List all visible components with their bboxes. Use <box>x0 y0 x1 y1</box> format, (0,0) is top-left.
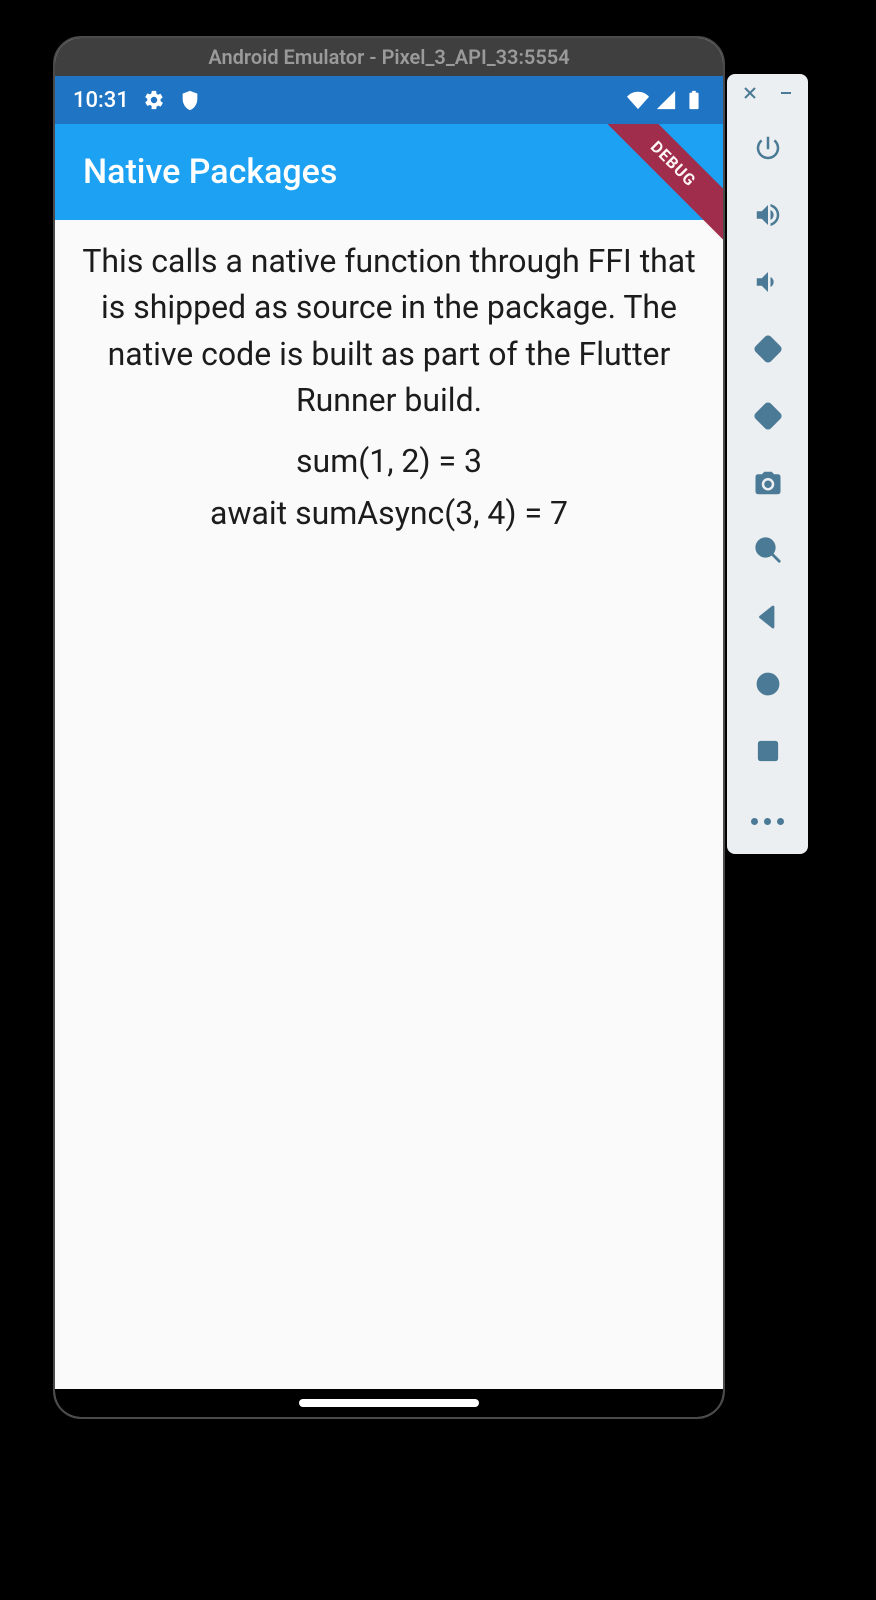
volume-up-button[interactable] <box>740 187 796 242</box>
description-text: This calls a native function through FFI… <box>75 238 703 424</box>
wifi-icon <box>627 89 649 111</box>
emulator-titlebar: Android Emulator - Pixel_3_API_33:5554 <box>55 38 723 76</box>
app-bar: Native Packages DEBUG <box>55 124 723 220</box>
camera-button[interactable] <box>740 455 796 510</box>
rotate-left-button[interactable] <box>740 321 796 376</box>
power-button[interactable] <box>740 120 796 175</box>
rotate-right-button[interactable] <box>740 388 796 443</box>
back-button[interactable] <box>740 590 796 645</box>
app-body: This calls a native function through FFI… <box>55 220 723 1389</box>
status-time: 10:31 <box>73 88 129 113</box>
emulator-frame: Android Emulator - Pixel_3_API_33:5554 1… <box>53 36 725 1419</box>
battery-icon <box>683 89 705 111</box>
minimize-icon[interactable] <box>779 86 793 100</box>
app-title: Native Packages <box>83 152 337 192</box>
emulator-toolbar <box>727 74 808 854</box>
close-icon[interactable] <box>743 86 757 100</box>
home-indicator[interactable] <box>299 1399 479 1407</box>
sum-result: sum(1, 2) = 3 <box>75 442 703 480</box>
zoom-button[interactable] <box>740 523 796 578</box>
emulator-title: Android Emulator - Pixel_3_API_33:5554 <box>208 45 569 69</box>
android-status-bar: 10:31 <box>55 76 723 124</box>
gear-icon <box>143 89 165 111</box>
sum-async-result: await sumAsync(3, 4) = 7 <box>75 494 703 532</box>
shield-icon <box>179 89 201 111</box>
signal-icon <box>655 89 677 111</box>
home-button[interactable] <box>740 657 796 712</box>
volume-down-button[interactable] <box>740 254 796 309</box>
overview-button[interactable] <box>740 724 796 779</box>
more-button[interactable] <box>740 791 796 846</box>
